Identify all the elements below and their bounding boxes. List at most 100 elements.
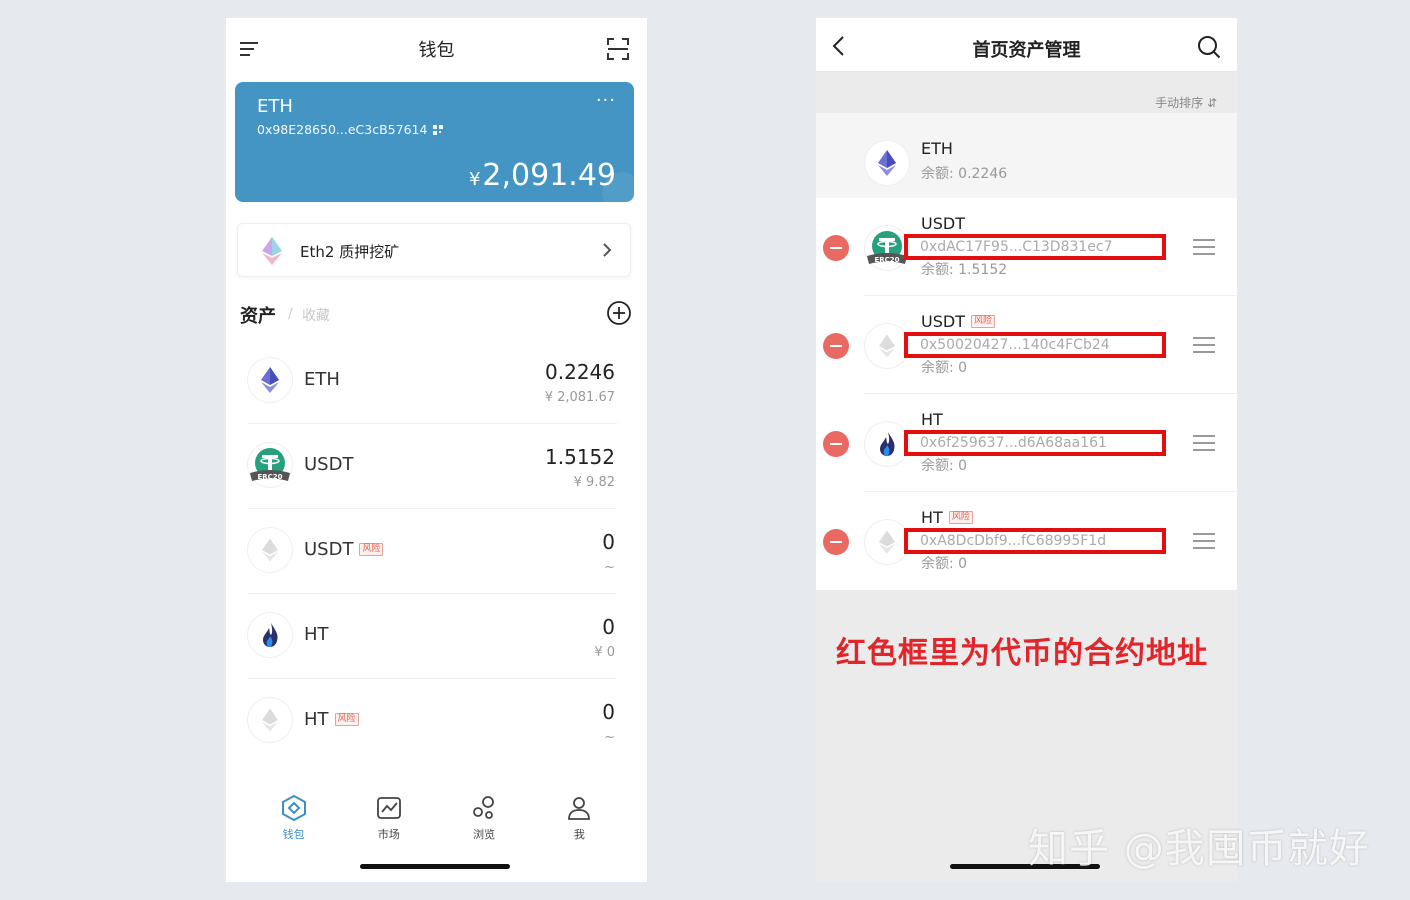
- asset-balance: 余额: 0.2246: [921, 166, 1008, 182]
- more-options-icon[interactable]: ···: [596, 90, 616, 111]
- asset-fiat-value: ~: [604, 560, 615, 575]
- wallet-screen: 钱包 ETH 0x98E28650...eC3cB57614 ··· ¥ 2,0…: [226, 18, 647, 882]
- eth-gray-icon: [248, 698, 292, 742]
- manual-sort-link[interactable]: 手动排序 ⇵: [1155, 94, 1217, 111]
- asset-row-usdt[interactable]: ERC20 USDT 1.5152 ¥ 9.82: [226, 423, 647, 508]
- qr-code-icon[interactable]: [433, 124, 444, 135]
- asset-row-eth[interactable]: ETH 0.2246 ¥ 2,081.67: [226, 338, 647, 423]
- search-icon[interactable]: [1196, 34, 1222, 60]
- asset-list: ETH 0.2246 ¥ 2,081.67 ERC20 USDT 1.5152 …: [226, 338, 647, 763]
- browse-icon: [473, 796, 495, 819]
- scan-icon[interactable]: [606, 37, 630, 61]
- asset-symbol: HT: [921, 410, 943, 429]
- add-asset-icon[interactable]: [606, 300, 632, 326]
- asset-symbol-text: HT: [304, 709, 329, 730]
- asset-fiat-value: ¥ 2,081.67: [544, 390, 615, 405]
- asset-symbol-text: USDT: [304, 539, 354, 560]
- remove-asset-button[interactable]: [823, 529, 849, 555]
- drag-handle-icon[interactable]: [1193, 336, 1215, 354]
- eth2-staking-banner[interactable]: Eth2 质押挖矿: [237, 223, 631, 277]
- wallet-address-text: 0x98E28650...eC3cB57614: [257, 122, 428, 137]
- usdt-erc20-icon: ERC20: [248, 443, 292, 487]
- risk-badge: 风险: [334, 713, 359, 726]
- asset-balance: 余额: 0: [921, 458, 968, 474]
- drag-handle-icon[interactable]: [1193, 238, 1215, 256]
- asset-balance: 0: [602, 530, 615, 554]
- annotation-caption: 红色框里为代币的合约地址: [836, 636, 1208, 671]
- asset-symbol-text: HT: [921, 410, 943, 429]
- wallet-icon: [281, 794, 306, 822]
- asset-balance: 余额: 0: [921, 360, 968, 376]
- asset-fiat-value: ¥ 0: [594, 645, 615, 660]
- remove-asset-button[interactable]: [823, 235, 849, 261]
- asset-row-usdt-risk[interactable]: USDT 风险 0 ~: [226, 508, 647, 593]
- managed-asset-row: USDT 风险 0x50020427...140c4FCb24 余额: 0: [816, 296, 1237, 394]
- nav-browse[interactable]: 浏览: [454, 794, 514, 854]
- remove-asset-button[interactable]: [823, 333, 849, 359]
- nav-label: 浏览: [473, 828, 496, 841]
- asset-symbol-text: USDT: [921, 214, 965, 233]
- usdt-erc20-icon: ERC20: [865, 226, 909, 270]
- asset-symbol-text: ETH: [304, 369, 340, 390]
- asset-balance: 1.5152: [545, 445, 615, 469]
- asset-symbol: ETH: [304, 369, 340, 390]
- asset-balance: 余额: 0: [921, 556, 968, 572]
- eth-gray-icon: [248, 528, 292, 572]
- tab-favorites[interactable]: 收藏: [302, 305, 330, 325]
- asset-balance: 0: [602, 615, 615, 639]
- wallet-name: ETH: [257, 96, 293, 117]
- wallet-address[interactable]: 0x98E28650...eC3cB57614: [257, 122, 444, 137]
- assets-header: 资产 / 收藏: [240, 300, 632, 330]
- ht-icon: [865, 422, 909, 466]
- asset-symbol: ETH: [921, 139, 953, 158]
- pinned-asset-eth: ETH 余额: 0.2246: [816, 113, 1237, 211]
- asset-row-ht[interactable]: HT 0 ¥ 0: [226, 593, 647, 678]
- risk-badge: 风险: [359, 543, 384, 556]
- asset-symbol: USDT: [921, 214, 965, 233]
- managed-asset-row: HT 风险 0xA8DcDbf9...fC68995F1d 余额: 0: [816, 492, 1237, 590]
- nav-wallet[interactable]: 钱包: [264, 794, 324, 854]
- nav-label: 钱包: [282, 828, 305, 841]
- asset-symbol-text: HT: [304, 624, 329, 645]
- nav-label: 我: [573, 828, 585, 841]
- asset-symbol-text: HT: [921, 508, 943, 527]
- managed-asset-row: ERC20 USDT 0xdAC17F95...C13D831ec7 余额: 1…: [816, 198, 1237, 296]
- chevron-right-icon: [603, 243, 612, 257]
- contract-address-highlight: 0xA8DcDbf9...fC68995F1d: [904, 528, 1166, 554]
- eth2-gem-icon: [262, 237, 282, 265]
- asset-symbol: USDT 风险: [921, 312, 995, 331]
- asset-fiat-value: ~: [604, 730, 615, 745]
- risk-badge: 风险: [948, 511, 973, 524]
- wallet-balance: ¥ 2,091.49: [469, 158, 616, 193]
- drag-handle-icon[interactable]: [1193, 532, 1215, 550]
- asset-symbol-text: USDT: [921, 312, 965, 331]
- wallet-balance-value: 2,091.49: [482, 158, 616, 193]
- asset-row-ht-risk[interactable]: HT 风险 0 ~: [226, 678, 647, 763]
- asset-fiat-value: ¥ 9.82: [573, 475, 615, 490]
- drag-handle-icon[interactable]: [1193, 434, 1215, 452]
- home-indicator: [360, 864, 510, 869]
- asset-symbol: HT 风险: [921, 508, 973, 527]
- asset-symbol-text: USDT: [304, 454, 354, 475]
- contract-address-highlight: 0xdAC17F95...C13D831ec7: [904, 234, 1166, 260]
- currency-symbol: ¥: [468, 169, 481, 190]
- bottom-nav: 钱包 市场 浏览 我: [226, 794, 647, 854]
- managed-asset-row: HT 0x6f259637...d6A68aa161 余额: 0: [816, 394, 1237, 492]
- eth-gray-icon: [865, 520, 909, 564]
- page-title: 首页资产管理: [972, 40, 1081, 61]
- asset-symbol: USDT: [304, 454, 353, 475]
- top-bar: 首页资产管理: [816, 18, 1237, 72]
- risk-badge: 风险: [970, 315, 995, 328]
- zhihu-watermark: 知乎 @我囤币就好: [1028, 826, 1370, 872]
- nav-market[interactable]: 市场: [359, 794, 419, 854]
- market-icon: [376, 797, 401, 819]
- asset-balance: 0.2246: [545, 360, 615, 384]
- eth-icon: [865, 141, 909, 185]
- contract-address-highlight: 0x6f259637...d6A68aa161: [904, 430, 1166, 456]
- asset-balance: 0: [602, 700, 615, 724]
- wallet-card[interactable]: ETH 0x98E28650...eC3cB57614 ··· ¥ 2,091.…: [235, 82, 634, 202]
- nav-profile[interactable]: 我: [549, 794, 609, 854]
- tab-assets[interactable]: 资产: [240, 302, 276, 328]
- top-bar: 钱包: [226, 18, 647, 80]
- remove-asset-button[interactable]: [823, 431, 849, 457]
